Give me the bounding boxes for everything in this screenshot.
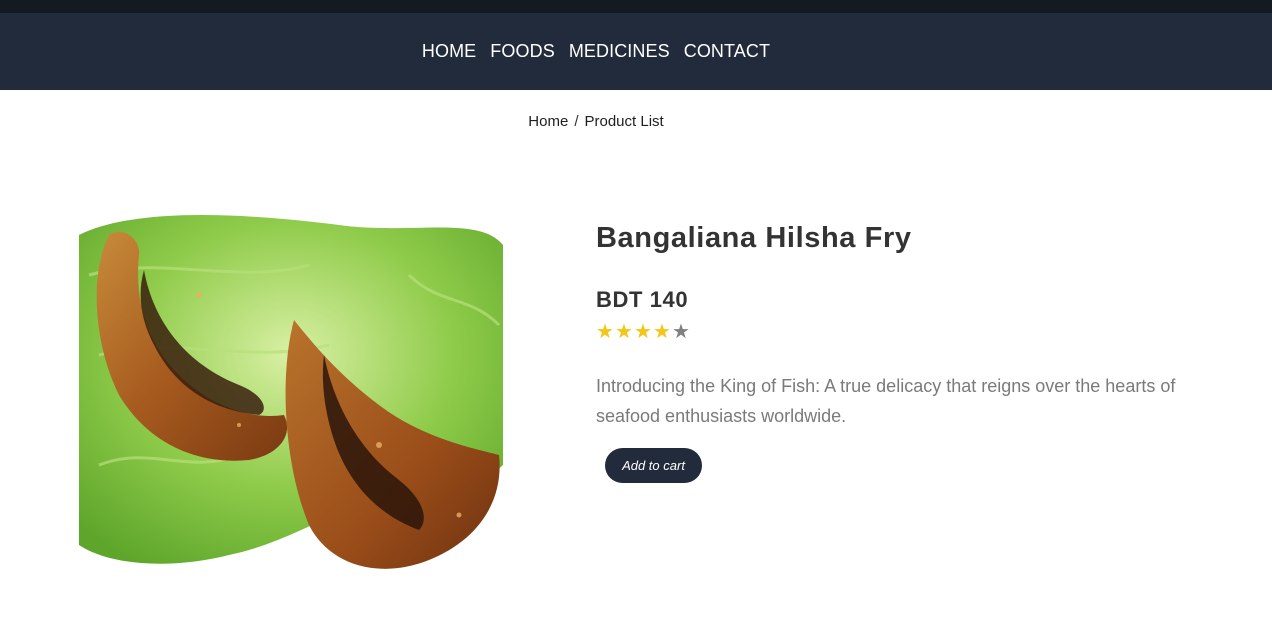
breadcrumb-separator: / xyxy=(574,113,579,130)
top-strip xyxy=(0,0,1272,13)
product-price: BDT 140 xyxy=(596,287,689,312)
add-to-cart-button[interactable]: Add to cart xyxy=(605,448,702,483)
breadcrumb: Home / Product List xyxy=(0,113,1192,130)
product-info: Bangaliana Hilsha Fry BDT 140 ★★★★★ Intr… xyxy=(596,222,1196,483)
star-empty-icon: ★ xyxy=(672,321,690,343)
star-filled-icon: ★ xyxy=(634,321,652,343)
nav-medicines-link[interactable]: MEDICINES xyxy=(569,41,670,62)
product-description: Introducing the King of Fish: A true del… xyxy=(596,376,1176,426)
nav-contact-link[interactable]: CONTACT xyxy=(684,41,770,62)
product-image xyxy=(79,215,503,581)
star-filled-icon: ★ xyxy=(653,321,671,343)
star-filled-icon: ★ xyxy=(615,321,633,343)
nav-home-link[interactable]: HOME xyxy=(422,41,476,62)
nav-foods-link[interactable]: FOODS xyxy=(490,41,555,62)
product-rating: ★★★★★ xyxy=(596,321,1196,343)
main-navbar: HOME FOODS MEDICINES CONTACT xyxy=(0,13,1272,90)
breadcrumb-home-link[interactable]: Home xyxy=(528,113,568,130)
breadcrumb-current: Product List xyxy=(584,113,664,130)
star-filled-icon: ★ xyxy=(596,321,614,343)
product-title: Bangaliana Hilsha Fry xyxy=(596,222,912,254)
